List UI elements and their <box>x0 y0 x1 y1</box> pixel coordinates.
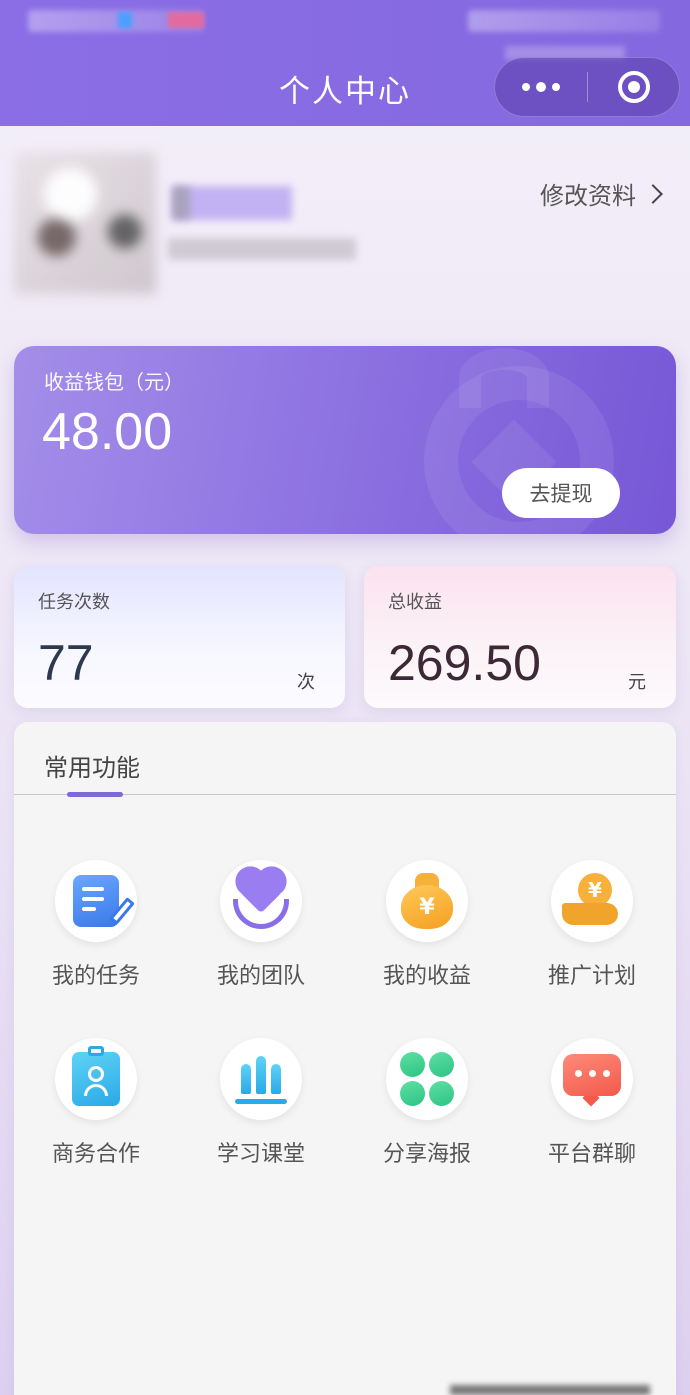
close-target-icon[interactable] <box>618 71 650 103</box>
function-label: 商务合作 <box>51 1142 140 1167</box>
more-dots-icon <box>552 83 560 91</box>
function-label: 学习课堂 <box>216 1142 305 1167</box>
status-bar-blur-dot <box>168 12 204 28</box>
task-count-value: 77 <box>38 635 94 691</box>
total-income-value: 269.50 <box>388 635 541 691</box>
earnings-wallet-card: 收益钱包（元） 48.00 去提现 <box>14 346 676 534</box>
more-dots-icon <box>522 83 530 91</box>
function-label: 推广计划 <box>547 964 636 989</box>
chat-bubble-icon <box>563 1054 621 1107</box>
function-label: 平台群聊 <box>547 1142 636 1167</box>
clover-share-icon <box>400 1052 454 1106</box>
edit-profile-link[interactable]: 修改资料 <box>540 176 663 211</box>
function-promotion-plan[interactable]: ¥ 推广计划 <box>517 860 667 1010</box>
function-label: 分享海报 <box>382 1142 471 1167</box>
icon-circle: ¥ <box>551 860 633 942</box>
money-bag-icon: ¥ <box>401 873 453 929</box>
status-bar-right-blurred <box>468 10 660 32</box>
team-heart-icon <box>231 870 291 929</box>
task-count-label: 任务次数 <box>38 592 110 613</box>
function-study-class[interactable]: 学习课堂 <box>186 1038 336 1188</box>
icon-circle <box>220 1038 302 1120</box>
task-count-unit: 次 <box>297 672 315 693</box>
icon-circle <box>220 860 302 942</box>
miniprogram-capsule <box>494 57 680 117</box>
icon-circle <box>386 1038 468 1120</box>
function-platform-group-chat[interactable]: 平台群聊 <box>517 1038 667 1188</box>
username-blurred <box>172 186 190 220</box>
navigation-bar: 个人中心 <box>0 0 690 126</box>
more-menu-button[interactable] <box>495 58 587 116</box>
total-income-unit: 元 <box>628 672 646 693</box>
function-business-cooperation[interactable]: 商务合作 <box>21 1038 171 1188</box>
bottom-blurred-text <box>450 1385 650 1395</box>
common-functions-panel: 常用功能 我的任务 我的团队 ¥ 我的收益 ¥ 推广计划 商务合作 学习课堂 分… <box>14 722 676 1395</box>
function-my-earnings[interactable]: ¥ 我的收益 <box>352 860 502 1010</box>
status-bar-blur-dot <box>118 12 132 28</box>
chevron-right-icon <box>643 183 663 204</box>
total-income-label: 总收益 <box>388 592 442 613</box>
icon-circle <box>55 860 137 942</box>
task-icon <box>73 875 135 927</box>
function-my-tasks[interactable]: 我的任务 <box>21 860 171 1010</box>
edit-profile-label: 修改资料 <box>540 182 636 210</box>
function-label: 我的团队 <box>216 964 305 989</box>
username-blurred <box>172 186 292 220</box>
function-label: 我的收益 <box>382 964 471 989</box>
function-share-poster[interactable]: 分享海报 <box>352 1038 502 1188</box>
task-count-card[interactable]: 任务次数 77 次 <box>14 566 345 708</box>
withdraw-button[interactable]: 去提现 <box>502 468 620 518</box>
study-bars-icon <box>235 1054 287 1104</box>
wallet-amount: 48.00 <box>42 403 173 461</box>
user-id-blurred <box>168 238 356 260</box>
wallet-label: 收益钱包（元） <box>44 370 184 394</box>
coin-hand-icon: ¥ <box>562 873 622 929</box>
more-dots-icon <box>536 82 546 92</box>
capsule-divider <box>587 72 588 102</box>
icon-circle: ¥ <box>386 860 468 942</box>
total-income-card[interactable]: 总收益 269.50 元 <box>364 566 676 708</box>
avatar[interactable] <box>14 152 156 294</box>
icon-circle <box>551 1038 633 1120</box>
function-label: 我的任务 <box>51 964 140 989</box>
tab-indicator <box>67 792 123 797</box>
business-badge-icon <box>72 1046 120 1106</box>
functions-title: 常用功能 <box>44 754 140 782</box>
icon-circle <box>55 1038 137 1120</box>
function-my-team[interactable]: 我的团队 <box>186 860 336 1010</box>
